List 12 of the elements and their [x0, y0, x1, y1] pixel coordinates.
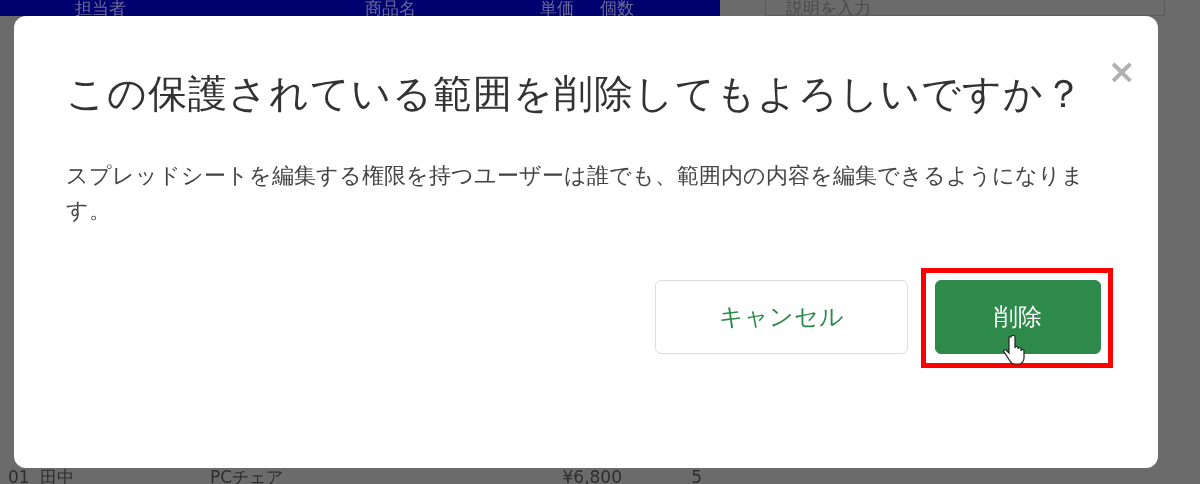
column-header: 個数 [600, 0, 635, 16]
dialog-message: スプレッドシートを編集する権限を持つユーザーは誰でも、範囲内の内容を編集できるようになります。 [66, 162, 1085, 225]
table-cell-text: 田中 [39, 468, 75, 484]
delete-button[interactable]: 削除 [935, 280, 1101, 354]
column-header: 担当者 [74, 0, 127, 16]
column-header: 単価 [540, 0, 575, 16]
row-number: 01 [7, 468, 31, 484]
dialog-title: この保護されている範囲を削除してもよろしいですか？ [66, 70, 1085, 118]
table-cell-text: 5 [690, 468, 703, 484]
cancel-button[interactable]: キャンセル [655, 280, 908, 354]
column-header: 商品名 [364, 0, 417, 16]
close-button[interactable]: × [1107, 54, 1136, 88]
